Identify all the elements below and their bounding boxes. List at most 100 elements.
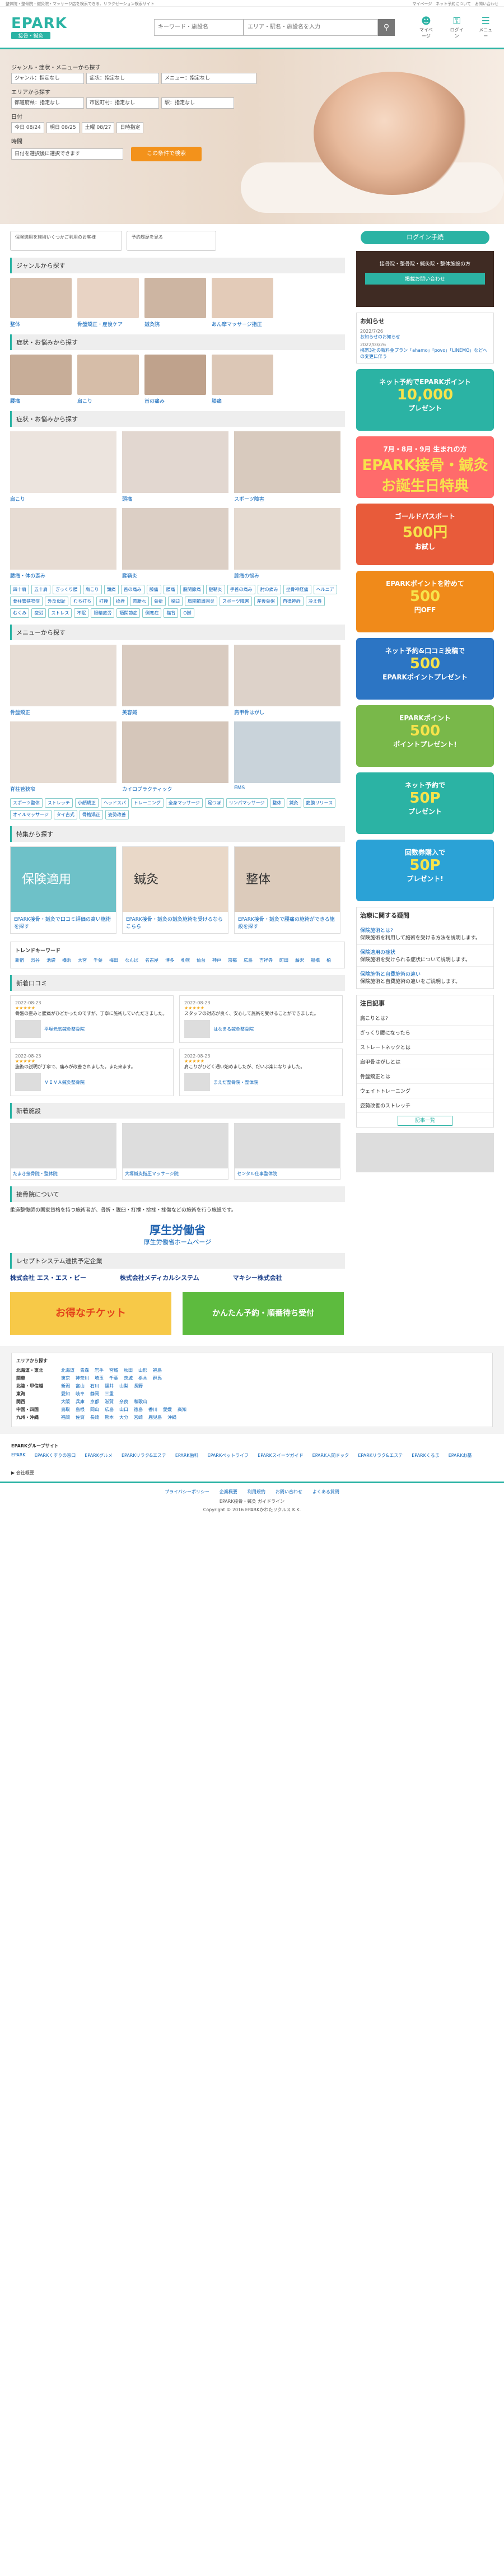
pain-card[interactable]: 腰痛・体の歪み — [10, 508, 116, 579]
menu-card[interactable]: 美容鍼 — [122, 645, 228, 716]
symptom-tag[interactable]: 冷え性 — [305, 597, 325, 606]
symptom-tag[interactable]: 眼精疲労 — [91, 608, 115, 618]
symptom-tag[interactable]: 打撲 — [96, 597, 111, 606]
symptom-tag[interactable]: むち打ち — [71, 597, 94, 606]
trend-keyword[interactable]: 新宿 — [15, 957, 24, 963]
symptom-tag[interactable]: 猫背 — [164, 608, 179, 618]
trend-keyword[interactable]: 札幌 — [181, 957, 190, 963]
group-site-link[interactable]: EPARK人間ドック — [312, 1452, 349, 1459]
search-icon[interactable]: ⚲ — [378, 18, 395, 36]
menu-card[interactable]: 骨盤矯正 — [10, 645, 116, 716]
pref-link[interactable]: 鹿児島 — [148, 1414, 162, 1420]
pref-link[interactable]: 北海道 — [61, 1367, 74, 1373]
symptom-tag[interactable]: スポーツ障害 — [220, 597, 252, 606]
side-slider[interactable] — [356, 1133, 494, 1172]
pref-link[interactable]: 佐賀 — [76, 1414, 85, 1420]
attention-article[interactable]: 姿勢改善のストレッチ — [357, 1098, 493, 1113]
more-button[interactable]: 記事一覧 — [397, 1116, 452, 1126]
mypage-button[interactable]: ☻ マイページ — [417, 16, 435, 39]
menu-card[interactable]: 脊柱管狭窄 — [10, 721, 116, 793]
symptom-tag[interactable]: 側弯症 — [142, 608, 162, 618]
symptom-tag[interactable]: 四十肩 — [10, 585, 29, 594]
symptom-tag[interactable]: 肩こり — [82, 585, 102, 594]
symptom-tag[interactable]: 外反母趾 — [45, 597, 68, 606]
trend-keyword[interactable]: なんば — [125, 957, 138, 963]
promo-banner[interactable]: ネット予約&口コミ投稿で 500 EPARKポイントプレゼント — [356, 638, 494, 700]
pref-link[interactable]: 東京 — [61, 1375, 70, 1381]
history-button[interactable]: 予約履歴を見る — [127, 231, 216, 251]
keyword-input[interactable] — [154, 18, 244, 36]
date-tomorrow[interactable]: 明日 08/25 — [46, 122, 80, 133]
group-site-link[interactable]: EPARKお墓 — [449, 1452, 472, 1459]
attention-article[interactable]: ストレートネックとは — [357, 1040, 493, 1055]
pref-link[interactable]: 富山 — [76, 1383, 85, 1389]
symptom-tag[interactable]: 膝痛 — [146, 585, 161, 594]
faq-item[interactable]: 保険適用の症状 保険施術を受けられる症状について説明します。 — [357, 945, 493, 967]
trend-keyword[interactable]: 藤沢 — [295, 957, 304, 963]
pref-link[interactable]: 島根 — [76, 1406, 85, 1413]
insurance-notice-button[interactable]: 保険適用を施術いくつかご利用のお客様 — [10, 231, 122, 251]
attention-article[interactable]: 骨盤矯正とは — [357, 1069, 493, 1084]
symptom-tag[interactable]: 五十肩 — [31, 585, 50, 594]
attention-article[interactable]: ぎっくり腰になったら — [357, 1026, 493, 1040]
trend-keyword[interactable]: 柏 — [326, 957, 331, 963]
pref-link[interactable]: 福岡 — [61, 1414, 70, 1420]
search-button[interactable]: この条件で検索 — [131, 147, 202, 161]
topbar-links[interactable]: マイページ ネット予約について お問い合わせ — [412, 1, 498, 7]
attention-article[interactable]: ウェイトトレーニング — [357, 1084, 493, 1098]
pref-link[interactable]: 和歌山 — [134, 1399, 147, 1405]
pref-link[interactable]: 大分 — [119, 1414, 128, 1420]
shop-link[interactable]: はなまる鍼灸整骨院 — [213, 1026, 254, 1032]
symptom-tag[interactable]: 脊柱管狭窄症 — [10, 597, 43, 606]
footer-link[interactable]: 利用規約 — [248, 1489, 265, 1495]
pref-link[interactable]: 埼玉 — [95, 1375, 104, 1381]
date-today[interactable]: 今日 08/24 — [11, 122, 44, 133]
login-button[interactable]: ログイン手続 — [361, 231, 489, 244]
group-site-link[interactable]: EPARKくるま — [412, 1452, 439, 1459]
pref-link[interactable]: 兵庫 — [76, 1399, 85, 1405]
menu-tag[interactable]: 筋膜リリース — [303, 798, 336, 808]
news-link[interactable]: 携帯3社の新料金プラン「ahamo」「povo」「LINEMO」などへの変更に伴… — [360, 348, 487, 359]
footer-link[interactable]: 企業概要 — [220, 1489, 237, 1495]
trend-keyword[interactable]: 池袋 — [46, 957, 55, 963]
menu-card[interactable]: EMS — [234, 721, 340, 793]
pref-link[interactable]: 滋賀 — [105, 1399, 114, 1405]
pref-link[interactable]: 山梨 — [119, 1383, 128, 1389]
menu-tag[interactable]: 整体 — [269, 798, 284, 808]
shop-link[interactable]: 平塚元気鍼灸整骨院 — [44, 1026, 85, 1032]
mhlw-link[interactable]: 厚生労働省ホームページ — [144, 1238, 211, 1246]
group-site-link[interactable]: EPARK歯科 — [175, 1452, 199, 1459]
site-logo[interactable]: EPARK 接骨・鍼灸 — [11, 15, 67, 39]
symptom-tag[interactable]: 脱臼 — [168, 597, 183, 606]
menu-button[interactable]: ☰ メニュー — [478, 16, 493, 39]
pref-link[interactable]: 福井 — [105, 1383, 114, 1389]
ticket-banner[interactable]: お得なチケット — [10, 1292, 171, 1335]
pain-card[interactable]: 肩こり — [10, 431, 116, 502]
app-banner[interactable]: かんたん予約・順番待ち受付 — [183, 1292, 344, 1335]
symptom-tag[interactable]: 不眠 — [74, 608, 89, 618]
footer-link[interactable]: お問い合わせ — [276, 1489, 302, 1495]
menu-tag[interactable]: 小顔矯正 — [74, 798, 99, 808]
pref-link[interactable]: 秋田 — [124, 1367, 133, 1373]
menu-tag[interactable]: リンパマッサージ — [226, 798, 268, 808]
menu-tag[interactable]: ヘッドスパ — [100, 798, 129, 808]
pref-link[interactable]: 広島 — [105, 1406, 114, 1413]
group-site-link[interactable]: EPARKリラク&エステ — [122, 1452, 166, 1459]
symptom-card[interactable]: 首の痛み — [144, 355, 206, 404]
shop-name[interactable]: たまき接骨院・整体院 — [11, 1168, 116, 1179]
pain-card[interactable]: スポーツ障害 — [234, 431, 340, 502]
trend-keyword[interactable]: 大宮 — [78, 957, 87, 963]
trend-keyword[interactable]: 千葉 — [94, 957, 102, 963]
date-sat[interactable]: 土曜 08/27 — [81, 122, 115, 133]
pref-link[interactable]: 群馬 — [153, 1375, 162, 1381]
symptom-tag[interactable]: 肘の痛み — [257, 585, 281, 594]
pref-link[interactable]: 沖縄 — [167, 1414, 176, 1420]
pref-link[interactable]: 岩手 — [95, 1367, 104, 1373]
symptom-card[interactable]: 膝痛 — [212, 355, 273, 404]
feature-card[interactable]: 鍼灸 EPARK接骨・鍼灸の鍼灸施術を受けるならこちら — [122, 846, 228, 934]
new-shop-card[interactable]: センタル仕事整体院 — [234, 1123, 340, 1180]
pain-card[interactable]: 腱鞘炎 — [122, 508, 228, 579]
group-site-link[interactable]: EPARKスイーツガイド — [258, 1452, 303, 1459]
attention-article[interactable]: 肩こりとは? — [357, 1011, 493, 1026]
footer-link[interactable]: よくある質問 — [312, 1489, 339, 1495]
